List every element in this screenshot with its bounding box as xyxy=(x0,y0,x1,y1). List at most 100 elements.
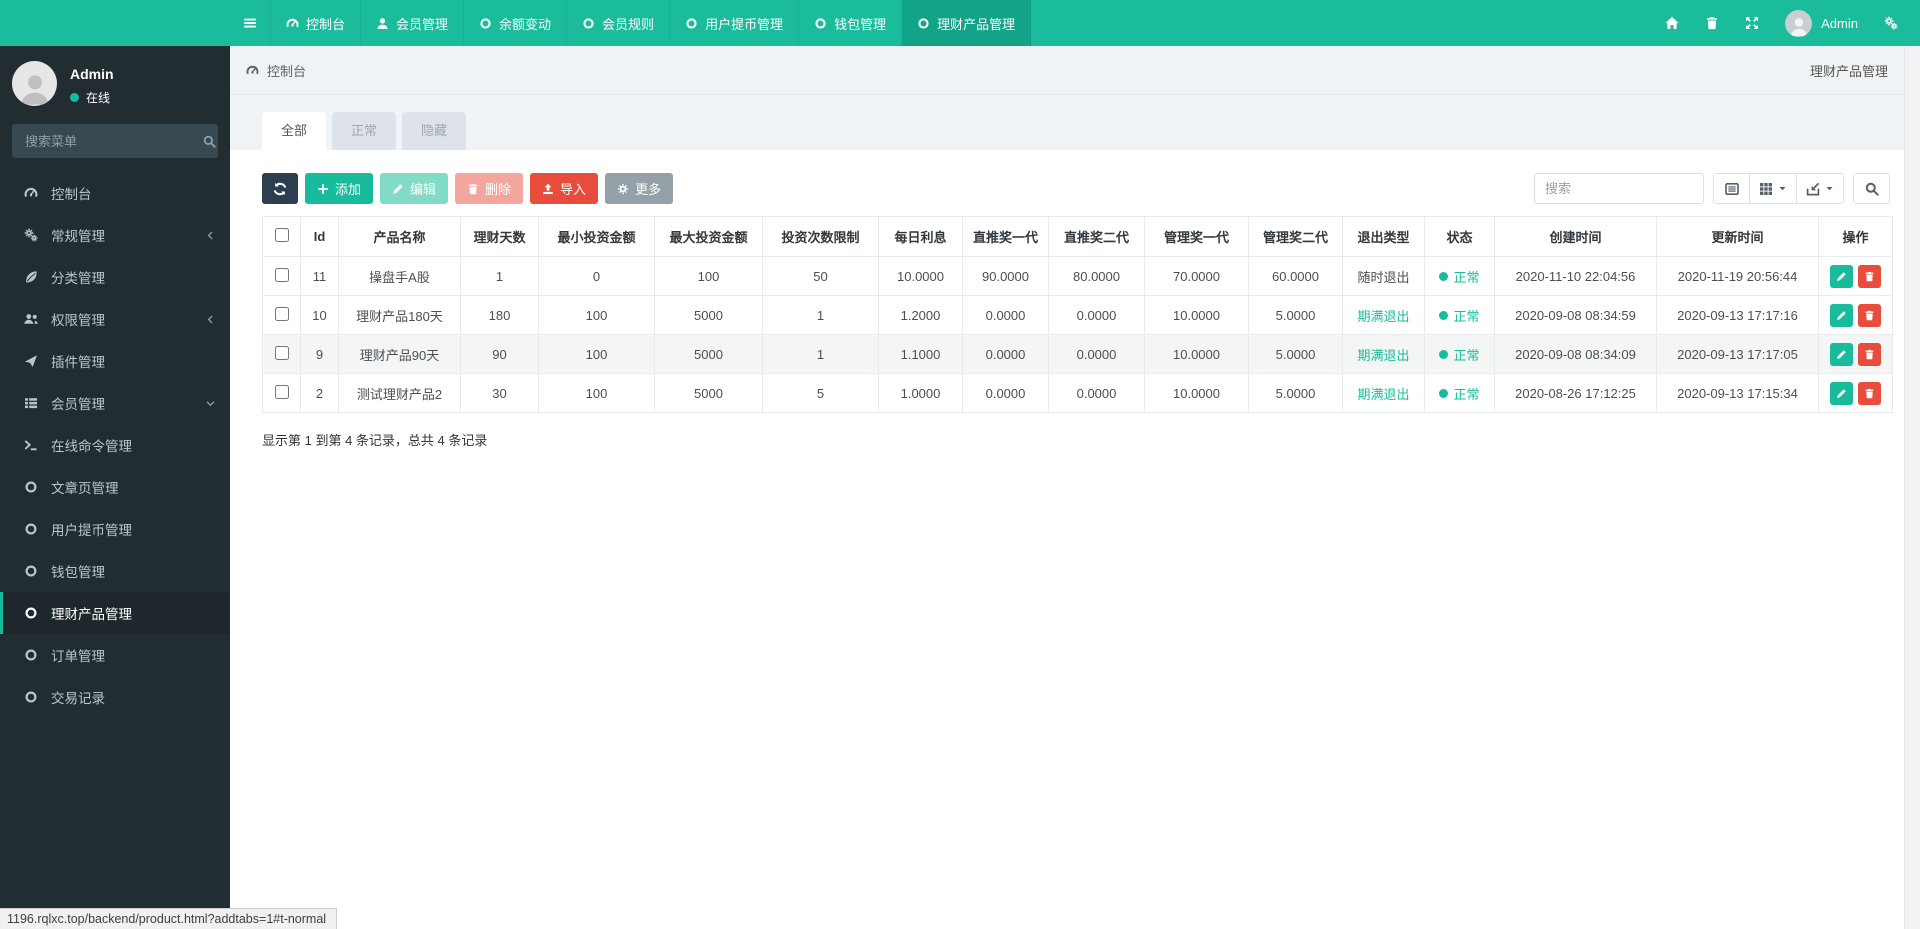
row-delete-button[interactable] xyxy=(1858,303,1881,327)
sidebar-item-1[interactable]: 常规管理 xyxy=(0,214,230,256)
sidebar-item-5[interactable]: 会员管理 xyxy=(0,382,230,424)
column-header[interactable]: 理财天数 xyxy=(460,216,539,257)
column-header[interactable]: 创建时间 xyxy=(1494,216,1657,257)
cell-limit: 50 xyxy=(762,256,879,296)
cell-gl2: 5.0000 xyxy=(1248,373,1343,413)
select-all-checkbox[interactable] xyxy=(274,228,289,242)
user-menu[interactable]: Admin xyxy=(1785,9,1858,37)
cell-interest: 1.0000 xyxy=(878,373,963,413)
row-edit-button[interactable] xyxy=(1830,303,1853,327)
cell-interest: 1.1000 xyxy=(878,334,963,374)
cell-updated: 2020-11-19 20:56:44 xyxy=(1656,256,1819,296)
column-header[interactable]: 每日利息 xyxy=(878,216,963,257)
search-icon[interactable] xyxy=(203,135,216,148)
sidebar-item-11[interactable]: 订单管理 xyxy=(0,634,230,676)
breadcrumb-location[interactable]: 控制台 xyxy=(267,61,306,80)
cell-id: 9 xyxy=(300,334,339,374)
row-checkbox[interactable] xyxy=(274,345,289,360)
nav-tab-3[interactable]: 会员规则 xyxy=(567,0,671,46)
column-header[interactable]: 投资次数限制 xyxy=(762,216,879,257)
sidebar-item-2[interactable]: 分类管理 xyxy=(0,256,230,298)
export-button[interactable] xyxy=(1797,173,1844,204)
column-header[interactable]: 操作 xyxy=(1818,216,1893,257)
column-header[interactable]: 直推奖一代 xyxy=(962,216,1049,257)
sidebar-item-10[interactable]: 理财产品管理 xyxy=(0,592,230,634)
sidebar-user-status[interactable]: 在线 xyxy=(70,89,114,106)
row-edit-button[interactable] xyxy=(1830,381,1853,405)
cell-status: 正常 xyxy=(1424,295,1495,335)
person-icon xyxy=(17,70,53,106)
table-search-input[interactable] xyxy=(1534,173,1704,204)
nav-tab-2[interactable]: 余额变动 xyxy=(464,0,568,46)
page-scrollbar[interactable] xyxy=(1904,46,1920,929)
nav-tab-1[interactable]: 会员管理 xyxy=(361,0,465,46)
column-header[interactable]: 产品名称 xyxy=(338,216,461,257)
tab-1[interactable]: 正常 xyxy=(332,112,397,150)
column-header[interactable]: 管理奖二代 xyxy=(1248,216,1343,257)
sidebar-item-label: 插件管理 xyxy=(51,355,105,370)
sidebar-item-4[interactable]: 插件管理 xyxy=(0,340,230,382)
status-badge: 正常 xyxy=(1439,267,1480,286)
sidebar-item-3[interactable]: 权限管理 xyxy=(0,298,230,340)
row-delete-button[interactable] xyxy=(1858,264,1881,288)
row-checkbox[interactable] xyxy=(274,267,289,282)
cell-zt1: 0.0000 xyxy=(962,295,1049,335)
home-icon[interactable] xyxy=(1665,16,1679,30)
column-header[interactable]: 最小投资金额 xyxy=(538,216,655,257)
nav-tab-5[interactable]: 钱包管理 xyxy=(799,0,903,46)
row-delete-button[interactable] xyxy=(1858,342,1881,366)
table-row: 10 理财产品180天 180 100 5000 1 1.2000 0.0000 0.0000 1… xyxy=(262,295,1893,335)
sidebar-item-label: 常规管理 xyxy=(51,229,105,244)
sidebar-item-8[interactable]: 用户提币管理 xyxy=(0,508,230,550)
detail-view-button[interactable] xyxy=(1713,173,1750,204)
delete-button[interactable]: 删除 xyxy=(455,173,524,204)
sidebar-item-12[interactable]: 交易记录 xyxy=(0,676,230,718)
sidebar-item-label: 用户提币管理 xyxy=(51,523,132,538)
nav-tab-4[interactable]: 用户提币管理 xyxy=(670,0,800,46)
column-header[interactable]: Id xyxy=(300,216,339,257)
import-button[interactable]: 导入 xyxy=(530,173,599,204)
column-header[interactable]: 直推奖二代 xyxy=(1048,216,1145,257)
column-header[interactable]: 管理奖一代 xyxy=(1144,216,1249,257)
sidebar-item-7[interactable]: 文章页管理 xyxy=(0,466,230,508)
row-checkbox[interactable] xyxy=(274,306,289,321)
cell-max: 5000 xyxy=(654,295,763,335)
columns-button[interactable] xyxy=(1750,173,1797,204)
tab-0[interactable]: 全部 xyxy=(262,112,327,150)
records-summary: 显示第 1 到第 4 条记录，总共 4 条记录 xyxy=(262,433,488,448)
advanced-search-button[interactable] xyxy=(1853,173,1890,204)
sidebar-toggle-button[interactable] xyxy=(230,0,270,46)
cell-max: 5000 xyxy=(654,373,763,413)
cell-gl1: 10.0000 xyxy=(1144,334,1249,374)
tab-2[interactable]: 隐藏 xyxy=(402,112,467,150)
cell-gl1: 10.0000 xyxy=(1144,373,1249,413)
sidebar-item-9[interactable]: 钱包管理 xyxy=(0,550,230,592)
sidebar-item-label: 分类管理 xyxy=(51,271,105,286)
row-delete-button[interactable] xyxy=(1858,381,1881,405)
cell-gl2: 5.0000 xyxy=(1248,334,1343,374)
settings-icon[interactable] xyxy=(1884,16,1898,30)
nav-tab-6[interactable]: 理财产品管理 xyxy=(902,0,1032,46)
edit-button[interactable]: 编辑 xyxy=(380,173,449,204)
add-button[interactable]: 添加 xyxy=(305,173,374,204)
refresh-button[interactable] xyxy=(262,173,298,204)
row-edit-button[interactable] xyxy=(1830,342,1853,366)
nav-tab-0[interactable]: 控制台 xyxy=(270,0,362,46)
sidebar-item-label: 钱包管理 xyxy=(51,565,105,580)
sidebar-menu: 控制台常规管理分类管理权限管理插件管理会员管理 在线命令管理 文章页管理用户提币管理… xyxy=(0,172,230,718)
cell-zt2: 0.0000 xyxy=(1048,334,1145,374)
row-edit-button[interactable] xyxy=(1830,264,1853,288)
column-header[interactable]: 退出类型 xyxy=(1342,216,1425,257)
sidebar-item-label: 订单管理 xyxy=(51,649,105,664)
row-checkbox[interactable] xyxy=(274,384,289,399)
sidebar-item-0[interactable]: 控制台 xyxy=(0,172,230,214)
column-header[interactable]: 更新时间 xyxy=(1656,216,1819,257)
sidebar-item-6[interactable]: 在线命令管理 xyxy=(0,424,230,466)
more-button[interactable]: 更多 xyxy=(605,173,674,204)
column-header[interactable]: 状态 xyxy=(1424,216,1495,257)
fullscreen-icon[interactable] xyxy=(1745,16,1759,30)
clear-cache-icon[interactable] xyxy=(1705,16,1719,30)
column-header[interactable]: 最大投资金额 xyxy=(654,216,763,257)
menu-search-input[interactable] xyxy=(23,132,203,150)
cell-days: 180 xyxy=(460,295,539,335)
